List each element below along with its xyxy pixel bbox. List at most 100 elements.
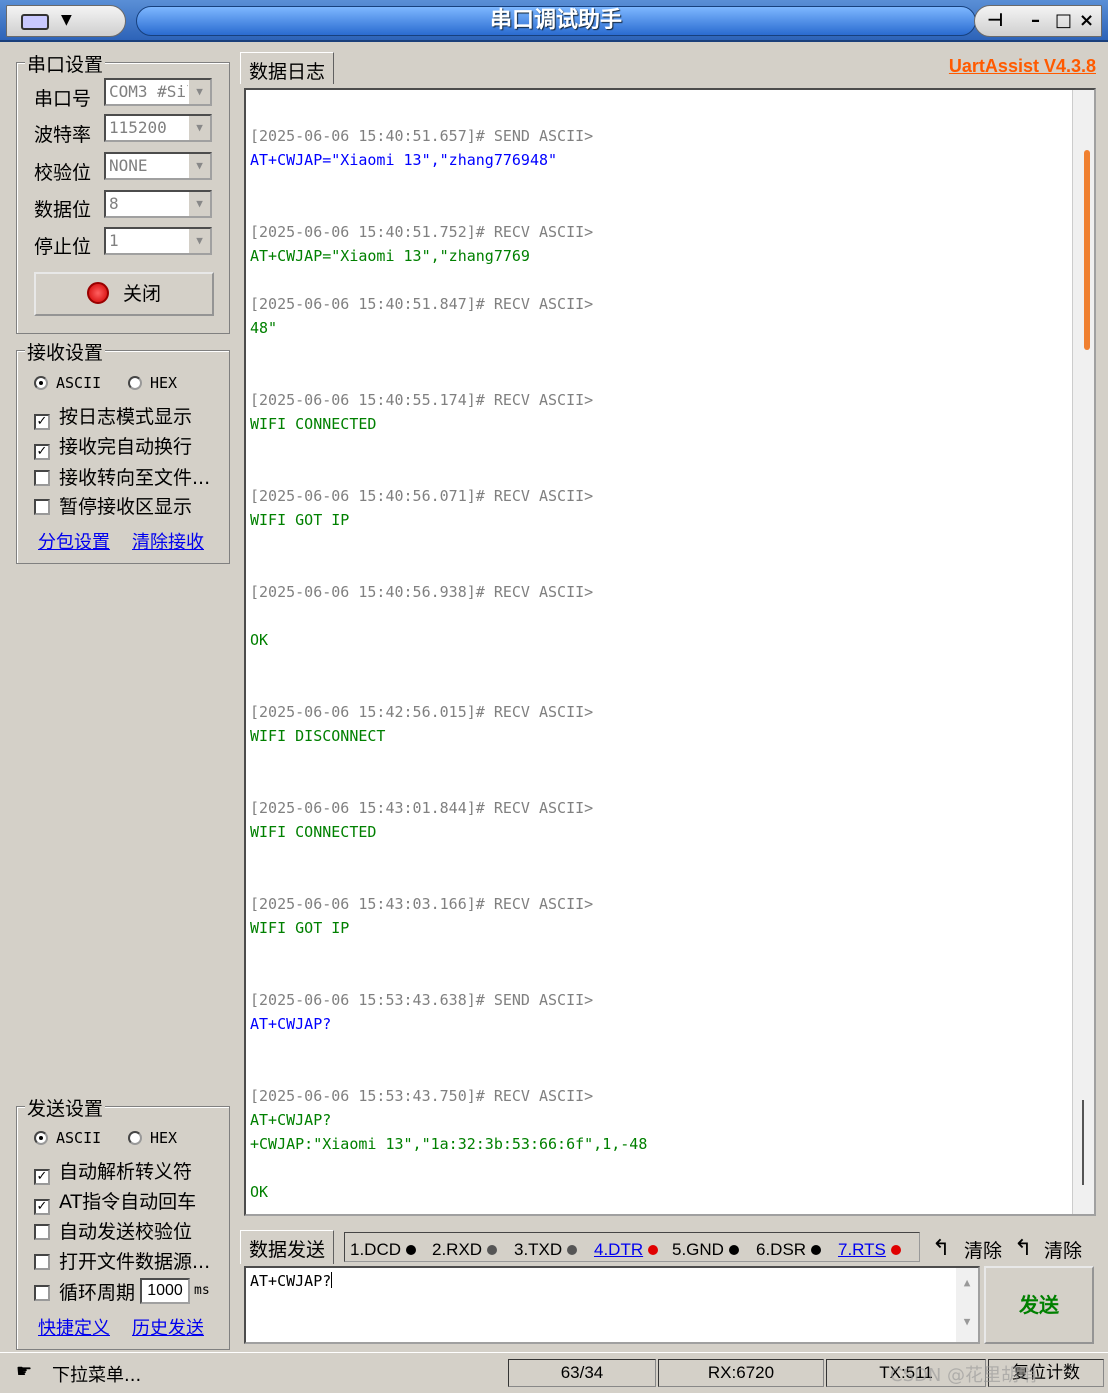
databits-select[interactable]: 8 ▼ — [104, 190, 212, 218]
checkmark-icon: ✓ — [34, 414, 50, 430]
led-icon — [811, 1245, 822, 1255]
auto-newline-checkbox[interactable]: ✓ 接收完自动换行 — [34, 432, 192, 460]
loop-checkbox[interactable]: 循环周期 — [34, 1278, 135, 1305]
log-timestamp: [2025-06-06 15:43:03.166]# RECV ASCII> — [250, 895, 594, 913]
send-input[interactable]: AT+CWJAP? ▲ ▼ — [244, 1266, 980, 1344]
tab-data-send[interactable]: 数据发送 — [240, 1230, 335, 1264]
checksum-checkbox[interactable]: 自动发送校验位 — [34, 1217, 192, 1244]
clear-send-button[interactable]: 清除 — [964, 1236, 1002, 1263]
radio-unchecked-icon — [128, 1131, 142, 1145]
led-icon — [648, 1245, 659, 1255]
chevron-down-icon[interactable]: ▼ — [188, 116, 210, 140]
log-entry: [2025-06-06 15:40:51.752]# RECV ASCII> AT… — [250, 220, 593, 268]
send-ascii-label: ASCII — [56, 1129, 102, 1147]
log-entry: [2025-06-06 15:40:56.071]# RECV ASCII> WI… — [250, 484, 593, 532]
clear-receive-link[interactable]: 清除接收 — [132, 528, 204, 554]
signal-label: 7.RTS — [838, 1240, 886, 1259]
receive-ascii-radio[interactable]: ASCII — [34, 374, 101, 392]
led-icon — [567, 1245, 578, 1255]
chevron-down-icon: ▼ — [61, 12, 72, 28]
signal-txd: 3.TXD — [514, 1240, 578, 1260]
log-timestamp: [2025-06-06 15:53:43.750]# RECV ASCII> — [250, 1087, 594, 1105]
history-link[interactable]: 历史发送 — [132, 1314, 204, 1340]
receive-ascii-label: ASCII — [56, 374, 102, 392]
log-timestamp: [2025-06-06 15:40:51.752]# RECV ASCII> — [250, 223, 594, 241]
log-mode-checkbox[interactable]: ✓ 按日志模式显示 — [34, 402, 192, 430]
signal-rts[interactable]: 7.RTS — [838, 1240, 901, 1260]
empty-checkbox-icon — [34, 470, 50, 486]
chevron-down-icon[interactable]: ▼ — [188, 229, 210, 253]
log-line: +CWJAP:"Xiaomi 13","1a:32:3b:53:66:6f",1… — [250, 1135, 648, 1153]
to-file-checkbox[interactable]: 接收转向至文件... — [34, 463, 210, 490]
signal-dtr[interactable]: 4.DTR — [594, 1240, 659, 1260]
file-source-checkbox[interactable]: 打开文件数据源... — [34, 1247, 210, 1274]
scroll-up-icon[interactable]: ▲ — [956, 1276, 978, 1289]
log-line: WIFI GOT IP — [250, 919, 350, 937]
red-light-icon — [86, 282, 109, 304]
clear-receive-button[interactable]: 清除 — [1044, 1236, 1082, 1263]
log-entry: [2025-06-06 15:53:43.638]# SEND ASCII> AT… — [250, 988, 593, 1036]
signal-label: 6.DSR — [756, 1240, 807, 1259]
led-icon — [890, 1245, 901, 1255]
log-scrollbar[interactable] — [1072, 90, 1094, 1214]
chevron-down-icon[interactable]: ▼ — [188, 80, 210, 104]
stopbits-select[interactable]: 1 ▼ — [104, 227, 212, 255]
stopbits-value: 1 — [109, 231, 119, 250]
text-cursor — [331, 1272, 333, 1288]
log-line: WIFI CONNECTED — [250, 415, 377, 433]
signal-gnd: 5.GND — [672, 1240, 739, 1260]
escape-label: 自动解析转义符 — [59, 1161, 193, 1183]
pointing-hand-icon: ☛ — [16, 1361, 33, 1382]
baud-select[interactable]: 115200 ▼ — [104, 114, 212, 142]
pin-icon[interactable]: ⊣ — [987, 10, 1003, 31]
port-select[interactable]: COM3 #Sil ▼ — [104, 78, 212, 106]
packet-settings-link[interactable]: 分包设置 — [38, 528, 110, 554]
send-ascii-radio[interactable]: ASCII — [34, 1129, 101, 1147]
pause-display-checkbox[interactable]: 暂停接收区显示 — [34, 492, 192, 519]
send-input-value: AT+CWJAP? — [250, 1272, 332, 1290]
receive-hex-radio[interactable]: HEX — [128, 374, 177, 392]
minimize-button[interactable]: – — [1031, 10, 1040, 31]
baud-value: 115200 — [109, 118, 167, 137]
loop-unit: ms — [194, 1283, 210, 1298]
at-cr-checkbox[interactable]: ✓ AT指令自动回车 — [34, 1187, 196, 1215]
signal-rxd: 2.RXD — [432, 1240, 498, 1260]
brand-link[interactable]: UartAssist V4.3.8 — [949, 56, 1096, 77]
send-hex-radio[interactable]: HEX — [128, 1129, 177, 1147]
system-menu-button[interactable]: ▼ — [6, 5, 126, 37]
log-line: WIFI CONNECTED — [250, 823, 377, 841]
loop-period-input[interactable]: 1000 — [140, 1278, 190, 1304]
escape-checkbox[interactable]: ✓ 自动解析转义符 — [34, 1157, 192, 1185]
led-icon — [728, 1245, 739, 1255]
chevron-down-icon[interactable]: ▼ — [188, 154, 210, 178]
checkmark-icon: ✓ — [34, 1169, 50, 1185]
checksum-label: 自动发送校验位 — [59, 1221, 193, 1243]
checkmark-icon: ✓ — [34, 444, 50, 460]
parity-select[interactable]: NONE ▼ — [104, 152, 212, 180]
receive-settings-title: 接收设置 — [25, 338, 106, 365]
log-area[interactable]: [2025-06-06 15:40:51.657]# SEND ASCII> AT… — [244, 88, 1096, 1216]
send-hex-label: HEX — [150, 1129, 178, 1147]
title-bar: ▼ 串口调试助手 ⊣ – □ × — [0, 0, 1108, 42]
send-scrollbar[interactable]: ▲ ▼ — [956, 1268, 978, 1342]
send-settings-title: 发送设置 — [25, 1094, 106, 1121]
tab-data-log[interactable]: 数据日志 — [240, 52, 335, 84]
scroll-thumb[interactable] — [1084, 150, 1090, 350]
to-file-label: 接收转向至文件... — [59, 467, 211, 489]
close-port-label: 关闭 — [122, 283, 161, 305]
close-port-button[interactable]: 关闭 — [34, 272, 214, 316]
maximize-button[interactable]: □ — [1055, 10, 1072, 31]
parity-value: NONE — [109, 156, 148, 175]
log-line: WIFI DISCONNECT — [250, 727, 386, 745]
log-entry: [2025-06-06 15:42:56.015]# RECV ASCII> WI… — [250, 700, 593, 748]
close-window-button[interactable]: × — [1079, 10, 1094, 31]
send-button[interactable]: 发送 — [984, 1266, 1094, 1344]
chevron-down-icon[interactable]: ▼ — [188, 192, 210, 216]
log-timestamp: [2025-06-06 15:40:51.657]# SEND ASCII> — [250, 127, 594, 145]
shortcut-link[interactable]: 快捷定义 — [38, 1314, 110, 1340]
scroll-down-icon[interactable]: ▼ — [956, 1315, 978, 1328]
dropdown-menu-button[interactable]: 下拉菜单... — [52, 1361, 141, 1387]
log-entry: [2025-06-06 15:43:03.166]# RECV ASCII> WI… — [250, 892, 593, 940]
databits-value: 8 — [109, 194, 119, 213]
